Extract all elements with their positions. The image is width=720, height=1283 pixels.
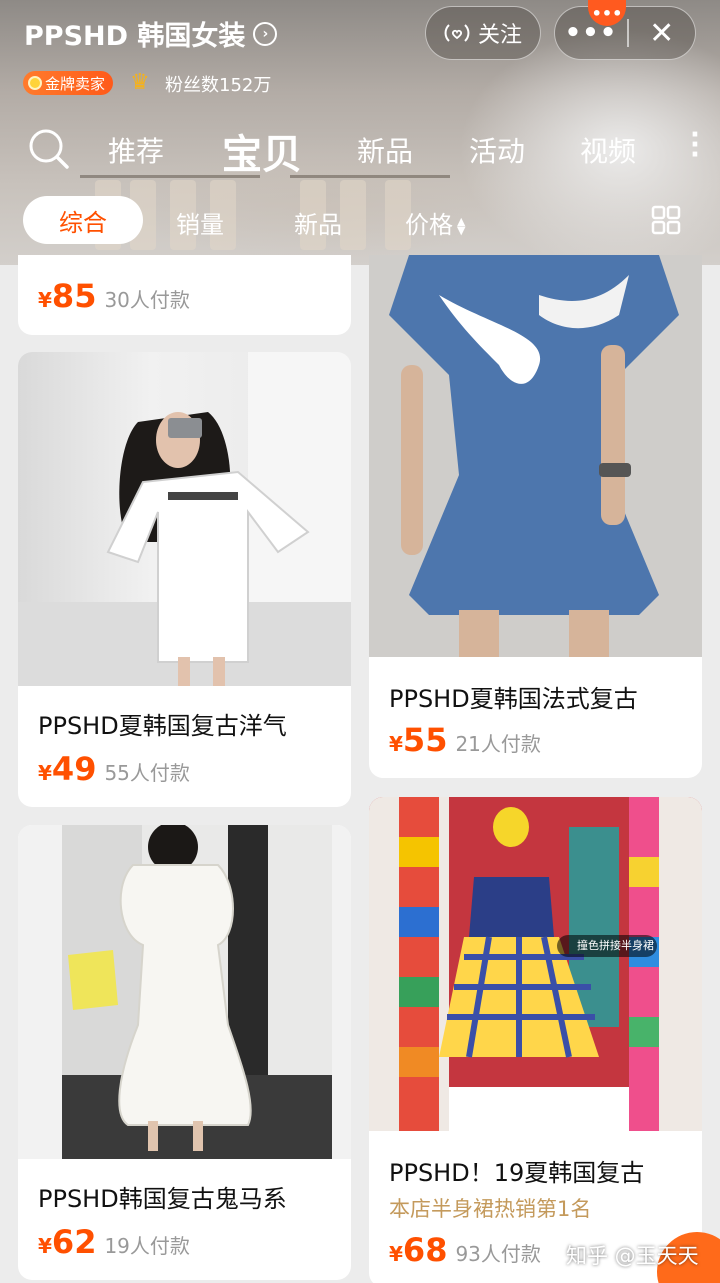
product-card[interactable]: PPSHD夏韩国复古洋气 ¥ 49 55人付款 bbox=[18, 352, 351, 807]
product-card[interactable]: PPSHD夏韩国法式复古 ¥ 55 21人付款 bbox=[369, 255, 702, 778]
seller-badge-label: 金牌卖家 bbox=[45, 74, 106, 93]
gold-seller-badge: 金牌卖家 bbox=[23, 71, 114, 95]
sold-count: 19人付款 bbox=[104, 1234, 190, 1258]
close-button[interactable]: ✕ bbox=[629, 16, 696, 51]
price: 62 bbox=[51, 1223, 97, 1261]
search-icon[interactable] bbox=[28, 128, 70, 174]
product-title: PPSHD！19夏韩国复古 bbox=[389, 1159, 645, 1187]
filter-new[interactable]: 新品 bbox=[294, 205, 342, 240]
tab-events[interactable]: 活动 bbox=[469, 130, 525, 170]
currency-symbol: ¥ bbox=[38, 1234, 52, 1258]
currency-symbol: ¥ bbox=[389, 1242, 403, 1266]
price-row: ¥ 55 21人付款 bbox=[389, 721, 541, 759]
sold-count: 55人付款 bbox=[104, 761, 190, 785]
menu-capsule: ••• ✕ bbox=[554, 6, 696, 60]
product-card[interactable]: PPSHD韩国复古鬼马系 ¥ 62 19人付款 bbox=[18, 825, 351, 1280]
sold-count: 93人付款 bbox=[455, 1242, 541, 1266]
price-row: ¥ 85 30人付款 bbox=[38, 277, 190, 315]
filter-price-label: 价格 bbox=[405, 211, 453, 239]
notification-dot: ••• bbox=[588, 0, 626, 26]
shop-name: PPSHD 韩国女装 bbox=[24, 21, 246, 52]
nav-more-icon[interactable]: · · · bbox=[690, 122, 700, 168]
image-tag-label: 撞色拼接半身裙 bbox=[577, 939, 654, 952]
watermark: 知乎 @玉天天 bbox=[566, 1244, 699, 1268]
tab-products[interactable]: 宝贝 bbox=[222, 122, 302, 180]
filter-comprehensive[interactable]: 综合 bbox=[23, 196, 143, 244]
tab-videos[interactable]: 视频 bbox=[580, 130, 636, 170]
filter-price[interactable]: 价格 ▲ ▼ bbox=[405, 205, 465, 240]
product-image: 撞色拼接半身裙 bbox=[369, 797, 702, 1131]
grid-view-icon[interactable] bbox=[651, 205, 681, 239]
price: 55 bbox=[402, 721, 448, 759]
clothing-rack bbox=[290, 175, 450, 178]
hanging-clothes bbox=[340, 180, 366, 250]
price-row: ¥ 49 55人付款 bbox=[38, 750, 190, 788]
currency-symbol: ¥ bbox=[389, 732, 403, 756]
product-image bbox=[18, 825, 351, 1159]
sort-arrows-icon: ▲ ▼ bbox=[457, 215, 466, 237]
price-row: ¥ 62 19人付款 bbox=[38, 1223, 190, 1261]
chevron-right-icon: › bbox=[253, 21, 278, 46]
currency-symbol: ¥ bbox=[38, 761, 52, 785]
filter-sales[interactable]: 销量 bbox=[176, 205, 224, 240]
product-card[interactable]: 撞色拼接半身裙 PPSHD！19夏韩国复古 本店半身裙热销第1名 ¥ 68 93… bbox=[369, 797, 702, 1283]
follow-label: 关注 bbox=[477, 23, 522, 48]
product-title: PPSHD夏韩国复古洋气 bbox=[38, 712, 287, 740]
price: 68 bbox=[402, 1231, 448, 1269]
fan-count: 粉丝数152万 bbox=[165, 75, 272, 96]
product-card[interactable]: ¥ 85 30人付款 bbox=[18, 255, 351, 335]
price-row: ¥ 68 93人付款 bbox=[389, 1231, 541, 1269]
price: 49 bbox=[51, 750, 97, 788]
currency-symbol: ¥ bbox=[38, 288, 52, 312]
product-title: PPSHD夏韩国法式复古 bbox=[389, 685, 638, 713]
product-image bbox=[18, 352, 351, 686]
coin-icon bbox=[28, 76, 42, 90]
price: 85 bbox=[51, 277, 97, 315]
follow-button[interactable]: 关注 bbox=[425, 6, 541, 60]
tab-recommend[interactable]: 推荐 bbox=[108, 130, 164, 170]
product-image bbox=[369, 255, 702, 657]
live-signal-icon bbox=[444, 24, 470, 42]
product-subtitle: 本店半身裙热销第1名 bbox=[389, 1197, 592, 1221]
crown-icon: ♛ bbox=[130, 70, 150, 95]
shop-name-link[interactable]: PPSHD 韩国女装 › bbox=[24, 14, 278, 53]
product-title: PPSHD韩国复古鬼马系 bbox=[38, 1185, 287, 1213]
sold-count: 30人付款 bbox=[104, 288, 190, 312]
sold-count: 21人付款 bbox=[455, 732, 541, 756]
tab-new[interactable]: 新品 bbox=[357, 130, 413, 170]
